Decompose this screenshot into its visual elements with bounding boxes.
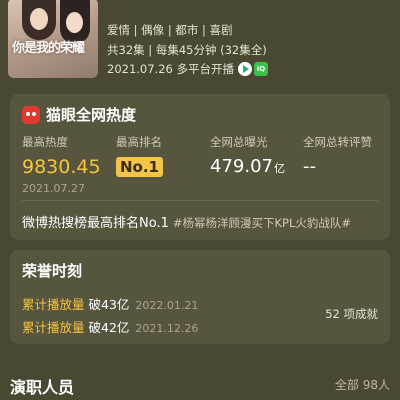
tencent-video-icon[interactable]	[238, 61, 252, 76]
cast-view-all-link[interactable]: 全部 98人	[335, 376, 390, 393]
poster-face-left	[30, 8, 48, 30]
honor-date: 2022.01.21	[135, 299, 199, 312]
honor-amount: 破42亿	[88, 320, 130, 335]
poster-face-right	[66, 12, 83, 33]
repost-label: 全网总转评赞	[303, 135, 372, 149]
exposure-label: 全网总曝光	[210, 135, 268, 149]
peak-heat-stat: 最高热度 9830.45 2021.07.27	[22, 134, 101, 195]
exposure-value: 479.07	[210, 156, 273, 177]
maoyan-cat-icon	[22, 105, 40, 124]
repost-stat: 全网总转评赞 --	[303, 134, 372, 177]
show-genres: 爱情 | 偶像 | 都市 | 喜剧	[107, 23, 233, 37]
iqiyi-icon[interactable]: iQ	[254, 61, 268, 76]
peak-rank-badge: No.1	[116, 157, 163, 177]
peak-heat-value: 9830.45	[22, 156, 101, 178]
exposure-unit: 亿	[273, 162, 285, 175]
honors-count[interactable]: 52 项成就	[325, 306, 378, 322]
peak-rank-label: 最高排名	[116, 135, 162, 149]
show-header: 你是我的荣耀 爱情 | 偶像 | 都市 | 喜剧 共32集 | 每集45分钟 (…	[0, 0, 400, 86]
honor-kind: 累计播放量	[22, 320, 85, 335]
honor-item: 累计播放量 破43亿 2022.01.21	[22, 294, 198, 313]
peak-heat-date: 2021.07.27	[22, 182, 85, 195]
honors-title: 荣誉时刻	[22, 262, 83, 280]
weibo-tag: #杨幂杨洋顾漫买下KPL火豹战队#	[172, 216, 352, 230]
cast-section-title: 演职人员	[10, 378, 75, 397]
heat-card[interactable]: 猫眼全网热度 最高热度 9830.45 2021.07.27 最高排名 No.1…	[10, 94, 390, 240]
repost-value: --	[303, 156, 316, 177]
peak-rank-stat: 最高排名 No.1	[116, 134, 163, 177]
show-poster[interactable]: 你是我的荣耀	[8, 0, 98, 78]
heat-card-title: 猫眼全网热度	[22, 104, 136, 125]
honors-card[interactable]: 荣誉时刻 累计播放量 破43亿 2022.01.21 累计播放量 破42亿 2021.1…	[10, 250, 390, 344]
weibo-text: 微博热搜榜最高排名No.1	[22, 216, 169, 231]
honor-date: 2021.12.26	[135, 322, 199, 335]
honor-item: 累计播放量 破42亿 2021.12.26	[22, 317, 198, 336]
peak-heat-label: 最高热度	[22, 135, 68, 149]
weibo-hot-search[interactable]: 微博热搜榜最高排名No.1 #杨幂杨洋顾漫买下KPL火豹战队#	[22, 212, 351, 231]
show-premiere-row: 2021.07.26 多平台开播 iQ	[107, 58, 268, 79]
exposure-stat: 全网总曝光 479.07亿	[210, 134, 285, 177]
honor-amount: 破43亿	[88, 297, 130, 312]
show-premiere: 2021.07.26 多平台开播	[107, 61, 234, 76]
honor-kind: 累计播放量	[22, 297, 85, 312]
heat-title: 猫眼全网热度	[46, 106, 137, 124]
poster-title: 你是我的荣耀	[12, 41, 85, 56]
heat-divider	[22, 200, 378, 201]
